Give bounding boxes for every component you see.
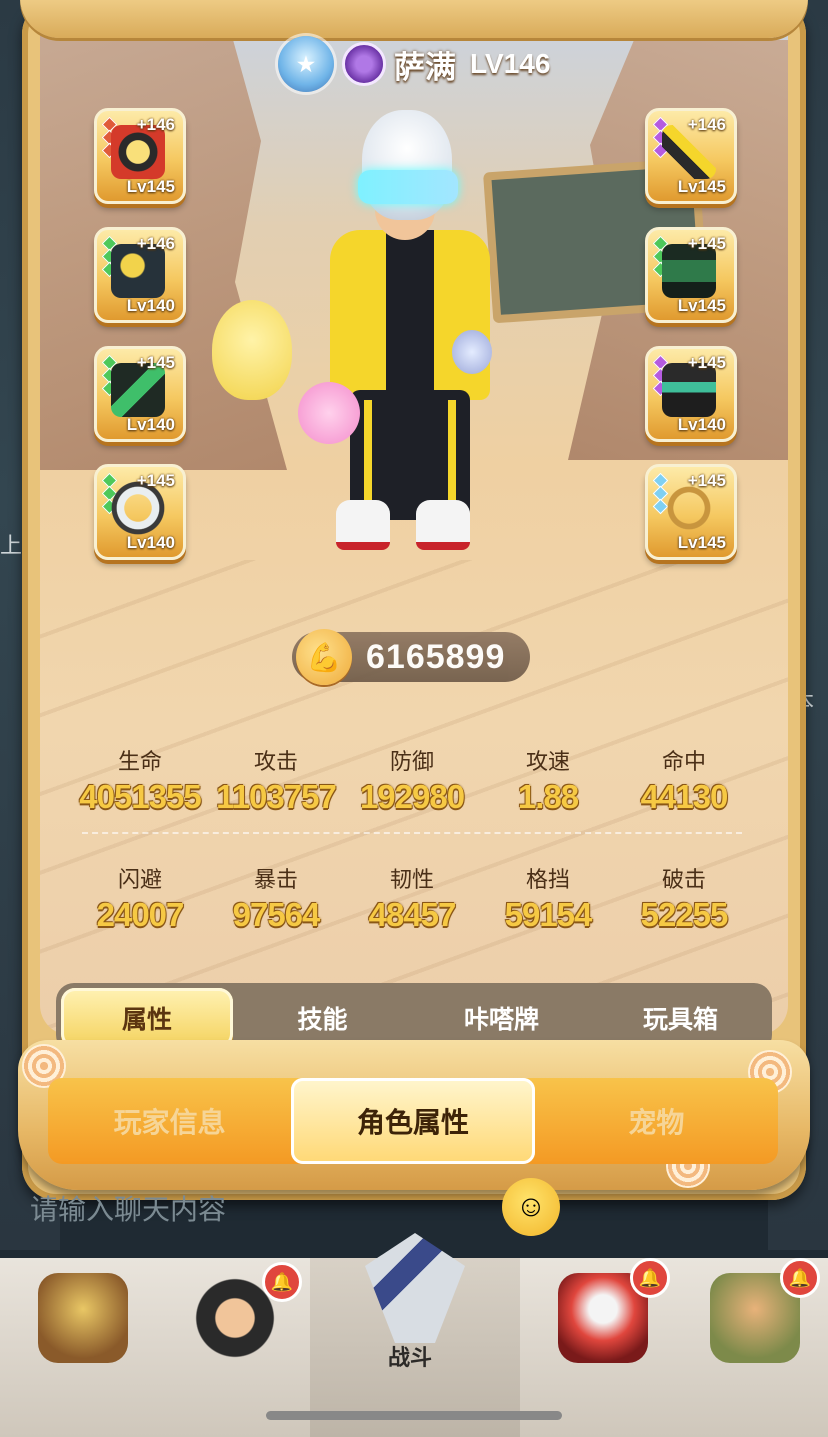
enhance-level: +145 xyxy=(136,471,175,490)
stats-row-2: 闪避 24007 暴击 97564 韧性 48457 格挡 59154 破击 5… xyxy=(72,862,752,934)
equip-slot-left-4[interactable]: +145 Lv140 xyxy=(94,464,186,560)
notification-bell-icon[interactable]: 🔔 xyxy=(780,1258,820,1298)
tab-cards[interactable]: 咔嗒牌 xyxy=(412,988,591,1048)
flexed-arm-icon: 💪 xyxy=(296,629,352,685)
stat-label: 格挡 xyxy=(525,868,570,893)
purple-emblem-icon[interactable] xyxy=(342,42,386,86)
enhance-level: +145 xyxy=(687,353,726,372)
stat-value: 192980 xyxy=(359,778,465,815)
combat-power-value: 6165899 xyxy=(366,637,506,676)
stat-hp: 生命 4051355 xyxy=(72,744,208,816)
stat-attack: 攻击 1103757 xyxy=(208,744,344,816)
stat-value: 44130 xyxy=(640,778,729,815)
equip-slot-right-1[interactable]: +146 Lv145 xyxy=(645,108,737,204)
stat-label: 攻速 xyxy=(525,750,570,775)
item-level: Lv140 xyxy=(677,415,726,434)
tab-attributes[interactable]: 属性 xyxy=(61,988,233,1048)
equip-slot-right-2[interactable]: +145 Lv145 xyxy=(645,227,737,323)
home-indicator[interactable] xyxy=(266,1411,562,1420)
stat-value: 48457 xyxy=(368,896,457,933)
enhance-level: +145 xyxy=(136,353,175,372)
item-level: Lv145 xyxy=(126,177,175,196)
item-level: Lv140 xyxy=(126,415,175,434)
stat-pierce: 破击 52255 xyxy=(616,862,752,934)
beast-avatar-icon xyxy=(38,1273,128,1363)
character-shoe-right xyxy=(416,500,470,550)
enhance-level: +145 xyxy=(687,234,726,253)
notification-bell-icon[interactable]: 🔔 xyxy=(630,1258,670,1298)
enhance-level: +146 xyxy=(136,234,175,253)
combat-power: 💪 6165899 xyxy=(292,629,530,685)
stat-label: 攻击 xyxy=(253,750,298,775)
stat-defense: 防御 192980 xyxy=(344,744,480,816)
stat-label: 生命 xyxy=(117,750,162,775)
item-level: Lv145 xyxy=(677,177,726,196)
stat-value: 97564 xyxy=(232,896,321,933)
player-name: 萨满 xyxy=(394,49,456,86)
panel-top-scroll xyxy=(20,0,808,38)
notification-bell-icon[interactable]: 🔔 xyxy=(262,1262,302,1302)
battle-label: 战斗 xyxy=(388,1346,433,1371)
stat-value: 4051355 xyxy=(79,778,201,815)
stat-label: 防御 xyxy=(389,750,434,775)
stat-value: 1.88 xyxy=(517,778,579,815)
character-visor xyxy=(358,170,458,204)
enhance-level: +145 xyxy=(687,471,726,490)
stats-divider xyxy=(82,832,742,834)
character-jacket xyxy=(330,230,490,400)
tab-toybox[interactable]: 玩具箱 xyxy=(591,988,770,1048)
enhance-level: +146 xyxy=(136,115,175,134)
chat-input[interactable]: 请输入聊天内容 xyxy=(30,1188,226,1228)
nav-battle[interactable] xyxy=(360,1228,470,1348)
item-level: Lv140 xyxy=(126,296,175,315)
player-header: ★ 萨满 LV146 xyxy=(278,34,550,94)
stat-label: 破击 xyxy=(661,868,706,893)
stat-dodge: 闪避 24007 xyxy=(72,862,208,934)
equip-slot-left-1[interactable]: +146 Lv145 xyxy=(94,108,186,204)
equip-slot-left-3[interactable]: +145 Lv140 xyxy=(94,346,186,442)
main-tab-bar: 玩家信息 角色属性 宠物 xyxy=(48,1078,778,1164)
equip-slot-right-3[interactable]: +145 Lv140 xyxy=(645,346,737,442)
stats-row-1: 生命 4051355 攻击 1103757 防御 192980 攻速 1.88 … xyxy=(72,744,752,816)
stat-value: 59154 xyxy=(504,896,593,933)
tab-skills[interactable]: 技能 xyxy=(233,988,412,1048)
tab-pets[interactable]: 宠物 xyxy=(535,1078,778,1164)
item-level: Lv145 xyxy=(677,296,726,315)
player-level: LV146 xyxy=(470,48,551,79)
stat-value: 24007 xyxy=(96,896,185,933)
stat-label: 闪避 xyxy=(117,868,162,893)
held-toy xyxy=(298,382,360,444)
character-pants-stripe xyxy=(448,400,456,510)
stat-label: 命中 xyxy=(661,750,706,775)
player-character[interactable] xyxy=(300,100,530,580)
pet-duck[interactable] xyxy=(212,300,292,400)
stat-crit: 暴击 97564 xyxy=(208,862,344,934)
pet-small xyxy=(452,330,492,374)
tab-character-attributes[interactable]: 角色属性 xyxy=(291,1078,535,1164)
stat-label: 韧性 xyxy=(389,868,434,893)
stat-toughness: 韧性 48457 xyxy=(344,862,480,934)
emoji-icon[interactable]: ☺ xyxy=(502,1178,560,1236)
stat-hit: 命中 44130 xyxy=(616,744,752,816)
equip-slot-left-2[interactable]: +146 Lv140 xyxy=(94,227,186,323)
character-pants-stripe xyxy=(364,400,372,510)
sword-shield-icon xyxy=(365,1233,465,1343)
equip-slot-right-4[interactable]: +145 Lv145 xyxy=(645,464,737,560)
stat-label: 暴击 xyxy=(253,868,298,893)
rank-badge-icon[interactable]: ★ xyxy=(278,36,334,92)
nav-beast-avatar[interactable] xyxy=(28,1268,138,1368)
character-shoe-left xyxy=(336,500,390,550)
stat-block: 格挡 59154 xyxy=(480,862,616,934)
stat-value: 52255 xyxy=(640,896,729,933)
stat-attack-speed: 攻速 1.88 xyxy=(480,744,616,816)
enhance-level: +146 xyxy=(687,115,726,134)
item-level: Lv140 xyxy=(126,533,175,552)
item-level: Lv145 xyxy=(677,533,726,552)
stat-value: 1103757 xyxy=(216,778,337,815)
tab-player-info[interactable]: 玩家信息 xyxy=(48,1078,291,1164)
